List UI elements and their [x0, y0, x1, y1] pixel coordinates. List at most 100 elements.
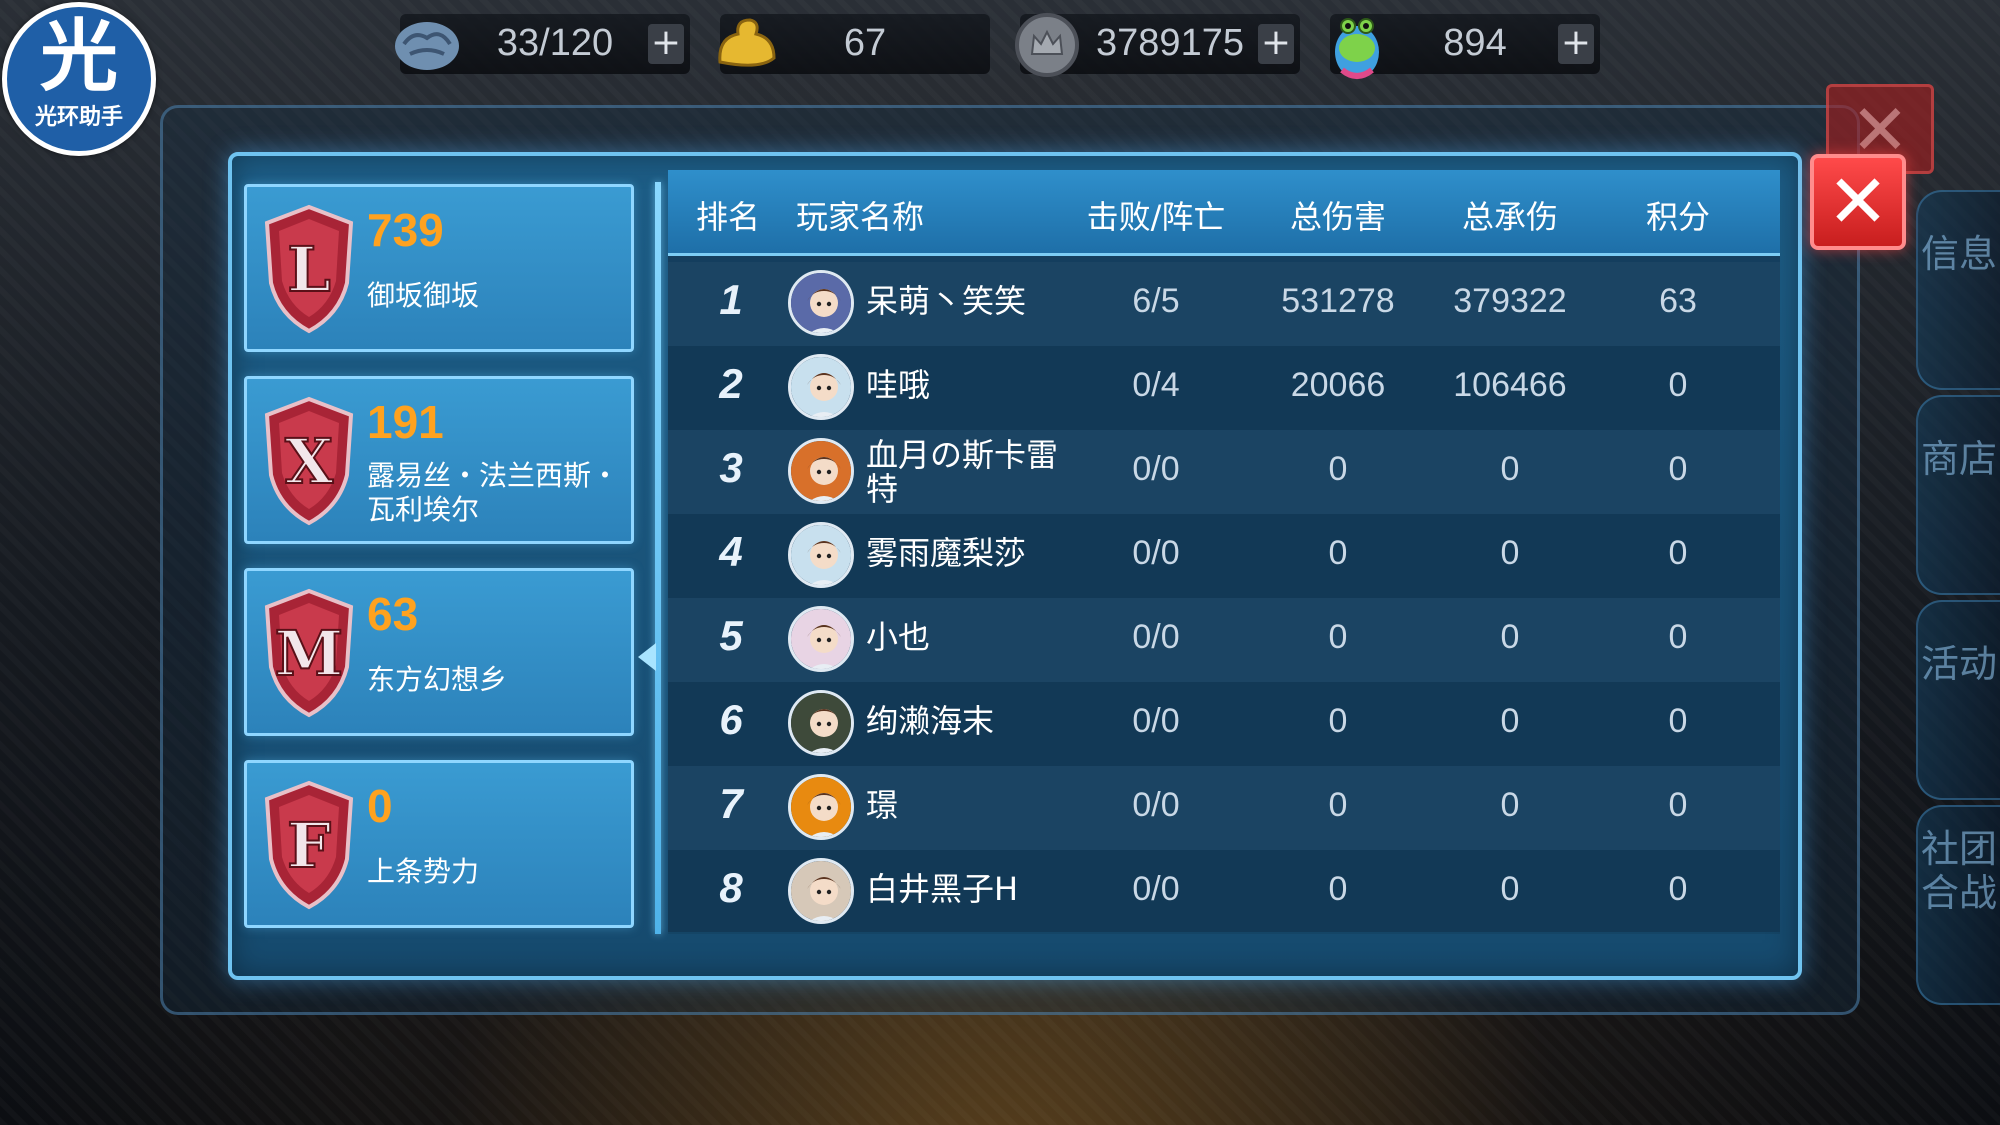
- team-card-selected[interactable]: M 63 东方幻想乡: [244, 568, 634, 736]
- player-avatar[interactable]: [788, 774, 854, 840]
- points-value: 0: [1668, 366, 1688, 404]
- taken-value: 0: [1500, 450, 1520, 488]
- team-shield-icon: M: [259, 587, 359, 719]
- header-points: 积分: [1645, 198, 1710, 236]
- team-score: 63: [367, 588, 419, 640]
- taken-value: 0: [1500, 618, 1520, 656]
- selected-team-pointer-icon: [638, 643, 656, 671]
- player-name: 哇哦: [866, 366, 931, 404]
- player-name: 雾雨魔梨莎: [866, 534, 1027, 572]
- header-rank: 排名: [695, 198, 760, 236]
- kd-value: 0/4: [1132, 366, 1180, 404]
- player-avatar[interactable]: [788, 438, 854, 504]
- logo-text: 光环助手: [34, 105, 123, 130]
- table-row[interactable]: 3 血月の斯卡雷特 0/0 0 0 0: [668, 430, 1780, 514]
- player-avatar[interactable]: [788, 858, 854, 924]
- table-row[interactable]: 5 小也 0/0 0 0 0: [668, 598, 1780, 682]
- team-score: 191: [367, 396, 444, 448]
- table-row[interactable]: 6 绚濑海末 0/0 0 0 0: [668, 682, 1780, 766]
- table-row[interactable]: 4 雾雨魔梨莎 0/0 0 0 0: [668, 514, 1780, 598]
- side-tab-shop[interactable]: 商店: [1916, 395, 2000, 595]
- rank-number: 3: [719, 444, 743, 491]
- rank-number: 2: [719, 360, 743, 407]
- taken-value: 0: [1500, 870, 1520, 908]
- kd-value: 0/0: [1132, 450, 1180, 488]
- damage-value: 0: [1328, 702, 1348, 740]
- side-tab-club-battle[interactable]: 社团合战: [1916, 805, 2000, 1005]
- resource-bar: 33/120 + 67 3789175 + 894 +: [380, 0, 1620, 90]
- panel-divider: [655, 182, 661, 934]
- resource-value: 3789175: [1096, 22, 1244, 64]
- taken-value: 0: [1500, 786, 1520, 824]
- taken-value: 0: [1500, 702, 1520, 740]
- resource-value: 67: [843, 22, 887, 64]
- resource-value: 894: [1443, 22, 1507, 64]
- kd-value: 0/0: [1132, 786, 1180, 824]
- crown-coin-icon: [1010, 8, 1084, 82]
- table-row[interactable]: 7 璟 0/0 0 0 0: [668, 766, 1780, 850]
- team-score: 739: [367, 204, 444, 256]
- damage-value: 0: [1328, 786, 1348, 824]
- resource-value: 33/120: [496, 22, 614, 64]
- player-avatar[interactable]: [788, 270, 854, 336]
- close-button[interactable]: ✕: [1810, 154, 1906, 250]
- logo-glyph: 光: [39, 12, 118, 102]
- team-card[interactable]: F 0 上条势力: [244, 760, 634, 928]
- brain-icon: [390, 8, 464, 82]
- team-shield-icon: L: [259, 203, 359, 335]
- player-avatar[interactable]: [788, 522, 854, 588]
- team-card[interactable]: L 739 御坂御坂: [244, 184, 634, 352]
- player-ranking-table: 排名 玩家名称 击败/阵亡 总伤害 总承伤 积分 1 呆萌丶笑笑 6/5 531278…: [668, 170, 1780, 934]
- rank-number: 7: [719, 780, 743, 827]
- damage-value: 0: [1328, 450, 1348, 488]
- resource-gems: 894 +: [1330, 14, 1600, 79]
- kd-value: 0/0: [1132, 870, 1180, 908]
- table-row[interactable]: 1 呆萌丶笑笑 6/5 531278 379322 63: [668, 262, 1780, 346]
- rank-number: 8: [719, 864, 743, 911]
- add-gems-button[interactable]: +: [1558, 24, 1594, 64]
- table-row[interactable]: 8 白井黑子H 0/0 0 0 0: [668, 850, 1780, 934]
- table-row[interactable]: 2 哇哦 0/4 20066 106466 0: [668, 346, 1780, 430]
- kd-value: 0/0: [1132, 702, 1180, 740]
- points-value: 63: [1659, 282, 1697, 320]
- player-name: 白井黑子H: [866, 870, 1019, 908]
- team-name: 东方幻想乡: [367, 663, 508, 696]
- team-score: 0: [367, 780, 393, 832]
- kd-value: 0/0: [1132, 618, 1180, 656]
- damage-value: 0: [1328, 870, 1348, 908]
- svg-text:L: L: [287, 233, 331, 306]
- damage-value: 531278: [1281, 282, 1395, 320]
- player-name: 血月の斯卡雷特: [866, 436, 1059, 508]
- add-coins-button[interactable]: +: [1258, 24, 1294, 64]
- table-header: 排名 玩家名称 击败/阵亡 总伤害 总承伤 积分: [668, 170, 1780, 256]
- player-name: 呆萌丶笑笑: [866, 282, 1027, 320]
- player-avatar[interactable]: [788, 690, 854, 756]
- player-name: 绚濑海末: [866, 702, 995, 740]
- frog-gem-icon: [1320, 8, 1394, 82]
- team-name: 御坂御坂: [367, 279, 480, 312]
- rank-number: 1: [719, 276, 743, 323]
- taken-value: 379322: [1453, 282, 1567, 320]
- helper-app-logo[interactable]: 光 光环助手: [2, 2, 156, 156]
- side-tab-activity[interactable]: 活动: [1916, 600, 2000, 800]
- points-value: 0: [1668, 870, 1688, 908]
- taken-value: 0: [1500, 534, 1520, 572]
- team-card[interactable]: X 191 露易丝・法兰西斯・瓦利埃尔: [244, 376, 634, 544]
- team-name: 上条势力: [367, 855, 480, 888]
- points-value: 0: [1668, 618, 1688, 656]
- player-avatar[interactable]: [788, 354, 854, 420]
- header-damage: 总伤害: [1289, 198, 1386, 236]
- add-stamina-button[interactable]: +: [648, 24, 684, 64]
- taken-value: 106466: [1453, 366, 1567, 404]
- team-shield-icon: X: [259, 395, 359, 527]
- player-avatar[interactable]: [788, 606, 854, 672]
- rank-number: 6: [719, 696, 743, 743]
- damage-value: 0: [1328, 534, 1348, 572]
- rank-number: 4: [719, 528, 743, 575]
- side-tab-info[interactable]: 信息: [1916, 190, 2000, 390]
- svg-text:M: M: [275, 617, 344, 690]
- resource-stamina: 33/120 +: [395, 14, 690, 74]
- points-value: 0: [1668, 786, 1688, 824]
- points-value: 0: [1668, 450, 1688, 488]
- player-name: 璟: [866, 786, 899, 824]
